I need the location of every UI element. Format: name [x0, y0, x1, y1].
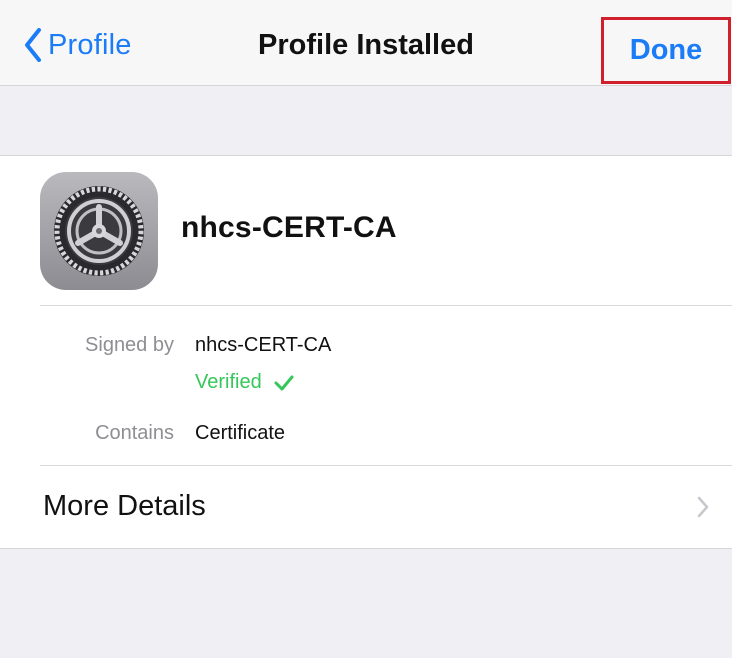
more-details-label: More Details: [43, 490, 206, 522]
profile-card: nhcs-CERT-CA Signed by nhcs-CERT-CA Veri…: [0, 155, 732, 549]
verified-status: Verified: [195, 371, 294, 394]
profile-header: nhcs-CERT-CA: [0, 156, 732, 306]
more-details-row[interactable]: More Details: [0, 466, 732, 548]
checkmark-icon: [274, 375, 294, 390]
profile-name: nhcs-CERT-CA: [181, 211, 397, 244]
chevron-left-icon: [25, 28, 41, 62]
contains-label: Contains: [95, 422, 174, 444]
section-spacer: [0, 86, 732, 156]
divider: [40, 305, 732, 306]
signed-by-value: nhcs-CERT-CA: [195, 334, 332, 356]
verified-label: Verified: [195, 371, 262, 393]
settings-gear-icon: [40, 172, 158, 290]
back-button-label: Profile: [48, 28, 132, 61]
navigation-bar: Profile Profile Installed Done: [0, 0, 732, 86]
chevron-right-icon: [697, 496, 709, 518]
back-button[interactable]: Profile: [24, 24, 132, 66]
contains-value: Certificate: [195, 422, 286, 444]
signed-by-label: Signed by: [85, 334, 174, 356]
done-button[interactable]: Done: [601, 17, 731, 84]
